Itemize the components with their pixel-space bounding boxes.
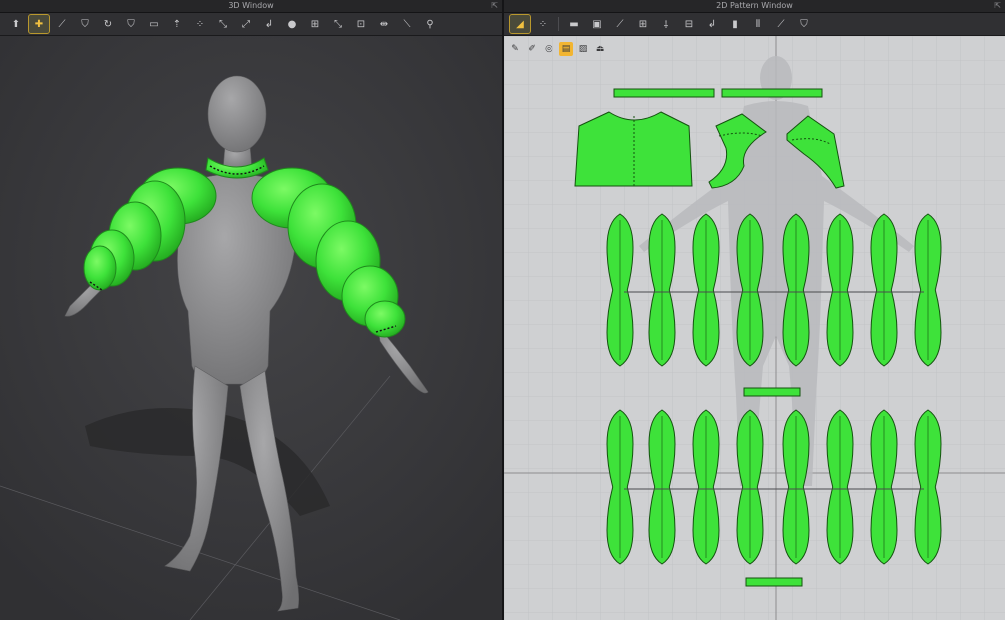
circle-icon[interactable]: ●	[282, 15, 302, 33]
pin-icon[interactable]: ⇡	[167, 15, 187, 33]
pattern-edit-icon[interactable]: ⤡	[213, 15, 233, 33]
dots-icon[interactable]: ⁘	[190, 15, 210, 33]
box-icon[interactable]: ⊞	[305, 15, 325, 33]
seam-icon[interactable]: ⤢	[236, 15, 256, 33]
3d-viewport[interactable]	[0, 36, 502, 620]
line-2d-icon[interactable]: ⟋	[771, 15, 791, 33]
toolbar-separator	[558, 17, 559, 31]
rectangle-icon[interactable]: ▬	[564, 15, 584, 33]
fold-line-icon[interactable]: ⸸	[656, 15, 676, 33]
undock-icon[interactable]: ⇱	[994, 0, 1001, 12]
curve-point-icon[interactable]: ⟋	[610, 15, 630, 33]
3d-toolbar: ⬆ ✚ ⟋ ⛉ ↻ ⛉ ▭ ⇡ ⁘ ⤡ ⤢ ↲ ● ⊞ ⤡ ⊡ ⇹ ⟍ ⚲	[0, 13, 502, 36]
figure-icon[interactable]: ⚲	[420, 15, 440, 33]
stitch-2d-icon[interactable]: ▮	[725, 15, 745, 33]
fold-icon[interactable]: ↻	[98, 15, 118, 33]
tape-icon[interactable]: ⇹	[374, 15, 394, 33]
2d-toolbar: ◢ ⁘ ▬ ▣ ⟋ ⊞ ⸸ ⊟ ↲ ▮ ⫴ ⟋ ⛉	[504, 13, 1005, 36]
3d-window-title: 3D Window	[228, 1, 274, 10]
edit-point-icon[interactable]: ⁘	[533, 15, 553, 33]
internal-rect-icon[interactable]: ⊞	[633, 15, 653, 33]
select-mesh-icon[interactable]: ⬆	[6, 15, 26, 33]
garment-icon[interactable]: ⛉	[75, 15, 95, 33]
undock-icon[interactable]: ⇱	[491, 0, 498, 12]
tuck-icon[interactable]: ▭	[144, 15, 164, 33]
grid-icon[interactable]: ⊡	[351, 15, 371, 33]
pattern-cuff-band-1[interactable]	[743, 387, 801, 397]
2d-canvas[interactable]	[504, 36, 1005, 620]
internal-shape-icon[interactable]: ▣	[587, 15, 607, 33]
2d-pattern-window[interactable]: 2D Pattern Window ⇱ ◢ ⁘ ▬ ▣ ⟋ ⊞ ⸸ ⊟ ↲ ▮ …	[504, 0, 1005, 620]
transform-icon[interactable]: ✚	[28, 14, 50, 34]
2d-window-title: 2D Pattern Window	[716, 1, 793, 10]
select-transform-icon[interactable]: ◢	[509, 14, 531, 34]
seam-allowance-icon[interactable]: ↲	[702, 15, 722, 33]
3d-window[interactable]: 3D Window ⇱ ⬆ ✚ ⟋ ⛉ ↻ ⛉ ▭ ⇡ ⁘ ⤡ ⤢ ↲ ● ⊞ …	[0, 0, 502, 620]
edge-icon[interactable]: ⤡	[328, 15, 348, 33]
pattern-cuff-band-2[interactable]	[745, 577, 803, 587]
garment-2d-icon[interactable]: ⛉	[794, 15, 814, 33]
notch-icon[interactable]: ⊟	[679, 15, 699, 33]
stitch-icon[interactable]: ↲	[259, 15, 279, 33]
3d-window-titlebar: 3D Window ⇱	[0, 0, 502, 13]
line-tool-icon[interactable]: ⟋	[52, 15, 72, 33]
pleat-icon[interactable]: ⫴	[748, 15, 768, 33]
arrange-icon[interactable]: ⛉	[121, 15, 141, 33]
2d-window-titlebar: 2D Pattern Window ⇱	[504, 0, 1005, 13]
ruler-icon[interactable]: ⟍	[397, 15, 417, 33]
